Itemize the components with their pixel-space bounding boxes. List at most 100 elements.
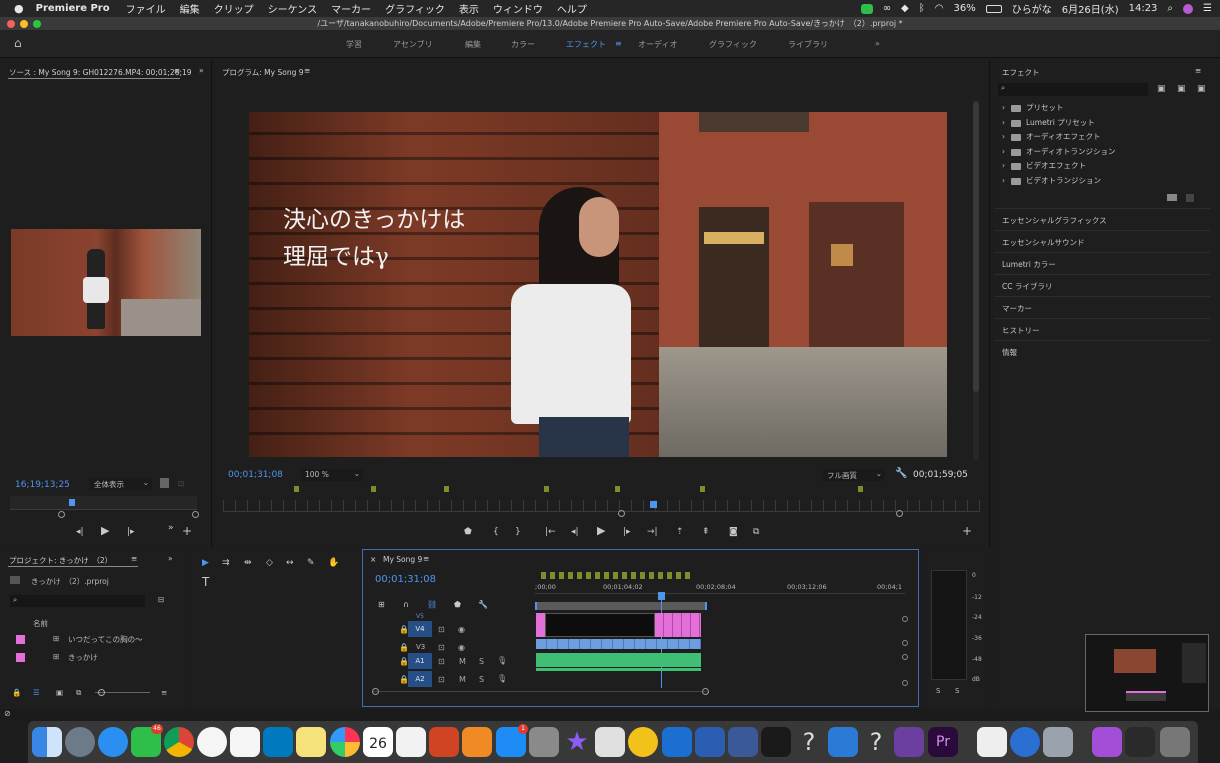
marker-2[interactable] (371, 486, 376, 492)
mute-button[interactable]: M (459, 675, 466, 684)
toggle-sync-lock-icon[interactable]: ⊡ (438, 643, 445, 652)
clip-a2-green[interactable] (536, 668, 701, 671)
music-icon[interactable] (197, 727, 227, 757)
effects-tree-item-presets[interactable]: › プリセット (1002, 102, 1064, 113)
yuv-effects-icon[interactable]: ▣ (1197, 84, 1206, 94)
mark-out-icon[interactable]: } (515, 527, 521, 537)
battery-icon[interactable] (985, 4, 1002, 13)
program-add-button[interactable]: + (962, 525, 972, 537)
solo-button[interactable]: S (479, 675, 484, 684)
section-markers[interactable]: マーカー (995, 296, 1210, 318)
nest-toggle-icon[interactable]: ⊞ (378, 600, 385, 610)
apple-icon[interactable]: ● (14, 2, 24, 15)
microphone-icon[interactable]: 🎙 (497, 656, 507, 665)
timeline-horizontal-scroll[interactable] (373, 691, 708, 692)
source-timecode[interactable]: 16;19;13;25 (15, 480, 70, 490)
launchpad-icon[interactable] (65, 727, 95, 757)
toggle-sync-lock-icon[interactable]: ⊡ (438, 625, 445, 634)
meter-solo-left[interactable]: S (936, 687, 940, 695)
workspace-libraries[interactable]: ライブラリ (788, 39, 828, 50)
books-icon[interactable] (462, 727, 492, 757)
program-zoom-select[interactable]: 100 % ⌄ (301, 469, 363, 481)
clip-a1-green[interactable] (536, 653, 701, 667)
clip-v4-pink-right[interactable] (655, 613, 701, 637)
close-window-button[interactable] (7, 20, 15, 28)
minimize-window-button[interactable] (20, 20, 28, 28)
source-zoom-select[interactable]: 全体表示 ⌄ (90, 478, 152, 490)
status-icon[interactable]: ⊘ (4, 709, 11, 718)
workspace-color[interactable]: カラー (511, 39, 535, 50)
accelerated-effects-icon[interactable]: ▣ (1157, 84, 1166, 94)
track-select-tool-icon[interactable]: ⇉ (222, 558, 230, 568)
project-panel-title[interactable]: プロジェクト: きっかけ （2） (9, 555, 112, 566)
zoom-window-button[interactable] (33, 20, 41, 28)
document-icon[interactable] (977, 727, 1007, 757)
marker-7[interactable] (858, 486, 863, 492)
premiere-pro-icon[interactable]: Pr (928, 727, 958, 757)
section-essential-graphics[interactable]: エッセンシャルグラフィックス (995, 208, 1210, 230)
timeline-timecode[interactable]: 00;01;31;08 (375, 574, 436, 585)
chrome-icon[interactable] (164, 727, 194, 757)
workspace-more[interactable]: » (875, 39, 880, 48)
wifi-icon[interactable]: ◠ (935, 3, 944, 14)
timeline-tab[interactable]: My Song 9 (383, 555, 422, 564)
project-list-item[interactable]: ⊞ いつだってこの胸の〜 (10, 632, 160, 647)
minimized-window-icon[interactable] (1125, 727, 1155, 757)
unknown-app-icon-2[interactable]: ? (861, 727, 891, 757)
workspace-assembly[interactable]: アセンブリ (393, 39, 433, 50)
cyberduck-icon[interactable] (628, 727, 658, 757)
menu-marker[interactable]: マーカー (331, 1, 371, 16)
migration-icon[interactable] (1010, 727, 1040, 757)
eye-icon[interactable]: ◉ (458, 625, 465, 634)
timeline-menu[interactable]: ≡ (423, 554, 429, 563)
razor-tool-icon[interactable]: ◇ (266, 558, 273, 568)
bluetooth-icon[interactable]: ᛒ (919, 3, 925, 14)
menu-view[interactable]: 表示 (459, 1, 479, 16)
work-area-bar[interactable] (535, 602, 707, 610)
menu-sequence[interactable]: シーケンス (268, 1, 318, 16)
notes-icon[interactable] (296, 727, 326, 757)
screen-recorder-icon[interactable] (595, 727, 625, 757)
window-thumbnail-preview[interactable] (1085, 634, 1209, 712)
facebook-icon[interactable] (728, 727, 758, 757)
finder-icon[interactable] (32, 727, 62, 757)
program-panel-title[interactable]: プログラム: My Song 9 (222, 67, 304, 78)
effects-panel-title[interactable]: エフェクト (1002, 67, 1040, 78)
v-scroll-knob[interactable] (902, 654, 908, 660)
vscode-icon[interactable] (828, 727, 858, 757)
step-back-icon[interactable]: ◂| (76, 527, 84, 537)
v-scroll-knob[interactable] (902, 616, 908, 622)
toggle-sync-lock-icon[interactable]: ⊡ (438, 675, 445, 684)
go-to-out-icon[interactable]: →| (647, 527, 658, 537)
photos-icon[interactable] (330, 727, 360, 757)
project-more-icon[interactable]: » (168, 554, 173, 563)
lift-icon[interactable]: ⇡ (676, 527, 684, 537)
program-play-button[interactable]: ▶ (597, 525, 605, 536)
marker-5[interactable] (615, 486, 620, 492)
program-quality-select[interactable]: フル画質 ⌄ (823, 469, 885, 481)
source-scrubber[interactable] (10, 496, 197, 510)
lock-icon[interactable]: 🔒 (12, 688, 21, 697)
32bit-effects-icon[interactable]: ▣ (1177, 84, 1186, 94)
step-back-icon[interactable]: ◂| (571, 527, 579, 537)
comparison-view-icon[interactable]: ⧉ (753, 527, 759, 537)
workspace-learning[interactable]: 学習 (346, 39, 362, 50)
selection-tool-icon[interactable]: ▶ (202, 558, 209, 568)
menu-edit[interactable]: 編集 (180, 1, 200, 16)
type-tool-icon[interactable]: T (202, 576, 209, 588)
hand-tool-icon[interactable]: ✋ (328, 558, 339, 568)
source-zoom-handle-right[interactable] (192, 511, 199, 518)
spotlight-icon[interactable]: ⌕ (1167, 3, 1173, 14)
program-scroll-thumb[interactable] (973, 102, 979, 392)
clip-v4-pink-left[interactable] (536, 613, 545, 637)
menu-clip[interactable]: クリップ (214, 1, 254, 16)
solo-button[interactable]: S (479, 657, 484, 666)
trash-icon[interactable] (1160, 727, 1190, 757)
program-playhead[interactable] (650, 501, 657, 508)
effects-panel-menu[interactable]: ≡ (1195, 66, 1201, 75)
imovie-star-icon[interactable]: ★ (562, 727, 592, 757)
workspace-audio[interactable]: オーディオ (638, 39, 677, 50)
icon-view-icon[interactable]: ▣ (56, 688, 63, 697)
program-scrubber[interactable] (223, 500, 980, 512)
source-add-button[interactable]: + (182, 525, 192, 537)
